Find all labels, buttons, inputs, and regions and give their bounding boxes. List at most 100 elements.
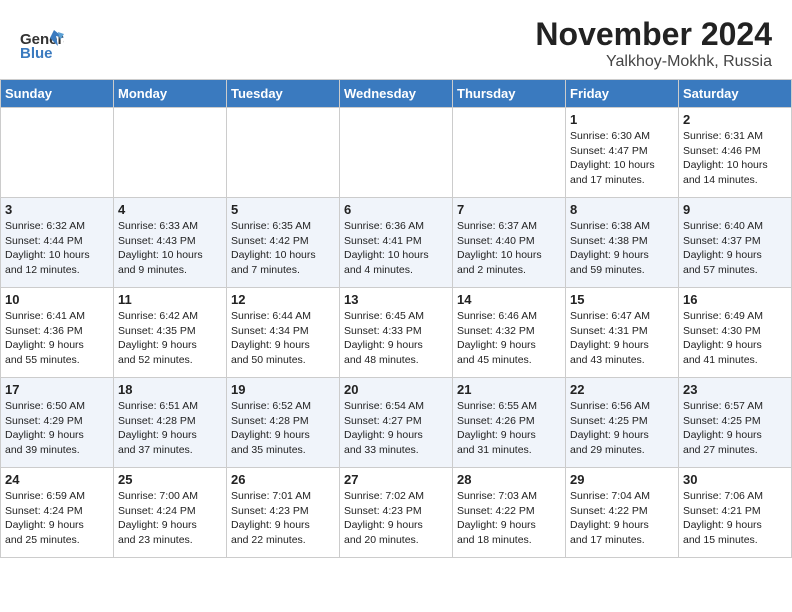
day-number: 14 [457,292,561,307]
day-info: Sunrise: 6:35 AM Sunset: 4:42 PM Dayligh… [231,219,335,278]
calendar-cell: 2 Sunrise: 6:31 AM Sunset: 4:46 PM Daylig… [679,108,792,198]
day-header-saturday: Saturday [679,80,792,108]
calendar-cell: 19Sunrise: 6:52 AM Sunset: 4:28 PM Dayli… [227,378,340,468]
calendar-cell: 14Sunrise: 6:46 AM Sunset: 4:32 PM Dayli… [453,288,566,378]
day-info: Sunrise: 6:57 AM Sunset: 4:25 PM Dayligh… [683,399,787,458]
calendar-cell: 29 Sunrise: 7:04 AM Sunset: 4:22 PM Dayli… [566,468,679,558]
day-number: 2 [683,112,787,127]
day-info: Sunrise: 6:51 AM Sunset: 4:28 PM Dayligh… [118,399,222,458]
day-info: Sunrise: 6:50 AM Sunset: 4:29 PM Dayligh… [5,399,109,458]
day-number: 16 [683,292,787,307]
day-number: 12 [231,292,335,307]
calendar-cell: 13 Sunrise: 6:45 AM Sunset: 4:33 PM Dayli… [340,288,453,378]
day-info: Sunrise: 6:44 AM Sunset: 4:34 PM Dayligh… [231,309,335,368]
day-number: 10 [5,292,109,307]
calendar-cell: 20 Sunrise: 6:54 AM Sunset: 4:27 PM Dayli… [340,378,453,468]
day-info: Sunrise: 6:45 AM Sunset: 4:33 PM Dayligh… [344,309,448,368]
calendar-cell: 30 Sunrise: 7:06 AM Sunset: 4:21 PM Dayli… [679,468,792,558]
calendar-cell: 5 Sunrise: 6:35 AM Sunset: 4:42 PM Daylig… [227,198,340,288]
day-info: Sunrise: 6:54 AM Sunset: 4:27 PM Dayligh… [344,399,448,458]
day-number: 20 [344,382,448,397]
day-header-monday: Monday [114,80,227,108]
calendar-cell [114,108,227,198]
day-number: 18 [118,382,222,397]
day-number: 3 [5,202,109,217]
page-title: November 2024 [535,16,772,53]
day-number: 28 [457,472,561,487]
page-subtitle: Yalkhoy-Mokhk, Russia [535,53,772,71]
day-info: Sunrise: 6:37 AM Sunset: 4:40 PM Dayligh… [457,219,561,278]
day-number: 24 [5,472,109,487]
day-info: Sunrise: 7:06 AM Sunset: 4:21 PM Dayligh… [683,489,787,548]
calendar-week-3: 17 Sunrise: 6:50 AM Sunset: 4:29 PM Dayli… [1,378,792,468]
day-number: 5 [231,202,335,217]
day-number: 27 [344,472,448,487]
calendar-cell: 26 Sunrise: 7:01 AM Sunset: 4:23 PM Dayli… [227,468,340,558]
calendar-cell: 4Sunrise: 6:33 AM Sunset: 4:43 PM Daylig… [114,198,227,288]
calendar-cell [340,108,453,198]
day-number: 19 [231,382,335,397]
calendar-cell [1,108,114,198]
day-info: Sunrise: 6:41 AM Sunset: 4:36 PM Dayligh… [5,309,109,368]
calendar-cell: 25 Sunrise: 7:00 AM Sunset: 4:24 PM Dayli… [114,468,227,558]
calendar-cell: 3Sunrise: 6:32 AM Sunset: 4:44 PM Daylig… [1,198,114,288]
day-info: Sunrise: 6:31 AM Sunset: 4:46 PM Dayligh… [683,129,787,188]
calendar-cell: 12 Sunrise: 6:44 AM Sunset: 4:34 PM Dayli… [227,288,340,378]
calendar-header-row: SundayMondayTuesdayWednesdayThursdayFrid… [1,80,792,108]
calendar-cell: 24 Sunrise: 6:59 AM Sunset: 4:24 PM Dayli… [1,468,114,558]
day-number: 4 [118,202,222,217]
day-number: 21 [457,382,561,397]
day-number: 17 [5,382,109,397]
day-info: Sunrise: 6:30 AM Sunset: 4:47 PM Dayligh… [570,129,674,188]
day-number: 7 [457,202,561,217]
day-info: Sunrise: 6:36 AM Sunset: 4:41 PM Dayligh… [344,219,448,278]
calendar-cell: 18 Sunrise: 6:51 AM Sunset: 4:28 PM Dayli… [114,378,227,468]
day-info: Sunrise: 6:56 AM Sunset: 4:25 PM Dayligh… [570,399,674,458]
page-header: General Blue November 2024 Yalkhoy-Mokhk… [0,0,792,79]
calendar-cell: 22Sunrise: 6:56 AM Sunset: 4:25 PM Dayli… [566,378,679,468]
day-number: 15 [570,292,674,307]
day-header-wednesday: Wednesday [340,80,453,108]
calendar-cell: 11Sunrise: 6:42 AM Sunset: 4:35 PM Dayli… [114,288,227,378]
logo: General Blue [20,28,64,60]
day-header-thursday: Thursday [453,80,566,108]
calendar-cell: 9Sunrise: 6:40 AM Sunset: 4:37 PM Daylig… [679,198,792,288]
calendar-week-0: 1 Sunrise: 6:30 AM Sunset: 4:47 PM Daylig… [1,108,792,198]
day-info: Sunrise: 6:40 AM Sunset: 4:37 PM Dayligh… [683,219,787,278]
calendar-week-1: 3Sunrise: 6:32 AM Sunset: 4:44 PM Daylig… [1,198,792,288]
day-info: Sunrise: 7:01 AM Sunset: 4:23 PM Dayligh… [231,489,335,548]
day-number: 25 [118,472,222,487]
day-info: Sunrise: 6:59 AM Sunset: 4:24 PM Dayligh… [5,489,109,548]
day-info: Sunrise: 7:02 AM Sunset: 4:23 PM Dayligh… [344,489,448,548]
day-header-friday: Friday [566,80,679,108]
calendar-cell: 7 Sunrise: 6:37 AM Sunset: 4:40 PM Daylig… [453,198,566,288]
day-number: 23 [683,382,787,397]
logo-icon: General Blue [20,28,64,60]
day-number: 6 [344,202,448,217]
day-number: 13 [344,292,448,307]
day-info: Sunrise: 7:04 AM Sunset: 4:22 PM Dayligh… [570,489,674,548]
calendar-cell: 23 Sunrise: 6:57 AM Sunset: 4:25 PM Dayli… [679,378,792,468]
calendar-table: SundayMondayTuesdayWednesdayThursdayFrid… [0,79,792,558]
calendar-cell [453,108,566,198]
calendar-cell: 6 Sunrise: 6:36 AM Sunset: 4:41 PM Daylig… [340,198,453,288]
day-header-sunday: Sunday [1,80,114,108]
day-info: Sunrise: 7:00 AM Sunset: 4:24 PM Dayligh… [118,489,222,548]
day-info: Sunrise: 6:47 AM Sunset: 4:31 PM Dayligh… [570,309,674,368]
svg-text:Blue: Blue [20,45,53,60]
calendar-week-2: 10 Sunrise: 6:41 AM Sunset: 4:36 PM Dayli… [1,288,792,378]
day-number: 11 [118,292,222,307]
day-number: 1 [570,112,674,127]
day-number: 29 [570,472,674,487]
day-info: Sunrise: 6:55 AM Sunset: 4:26 PM Dayligh… [457,399,561,458]
calendar-cell: 15 Sunrise: 6:47 AM Sunset: 4:31 PM Dayli… [566,288,679,378]
calendar-cell: 1 Sunrise: 6:30 AM Sunset: 4:47 PM Daylig… [566,108,679,198]
calendar-week-4: 24 Sunrise: 6:59 AM Sunset: 4:24 PM Dayli… [1,468,792,558]
day-number: 26 [231,472,335,487]
title-block: November 2024 Yalkhoy-Mokhk, Russia [535,16,772,71]
calendar-cell: 10 Sunrise: 6:41 AM Sunset: 4:36 PM Dayli… [1,288,114,378]
day-info: Sunrise: 6:38 AM Sunset: 4:38 PM Dayligh… [570,219,674,278]
day-number: 30 [683,472,787,487]
calendar-cell: 17 Sunrise: 6:50 AM Sunset: 4:29 PM Dayli… [1,378,114,468]
calendar-cell: 16Sunrise: 6:49 AM Sunset: 4:30 PM Dayli… [679,288,792,378]
